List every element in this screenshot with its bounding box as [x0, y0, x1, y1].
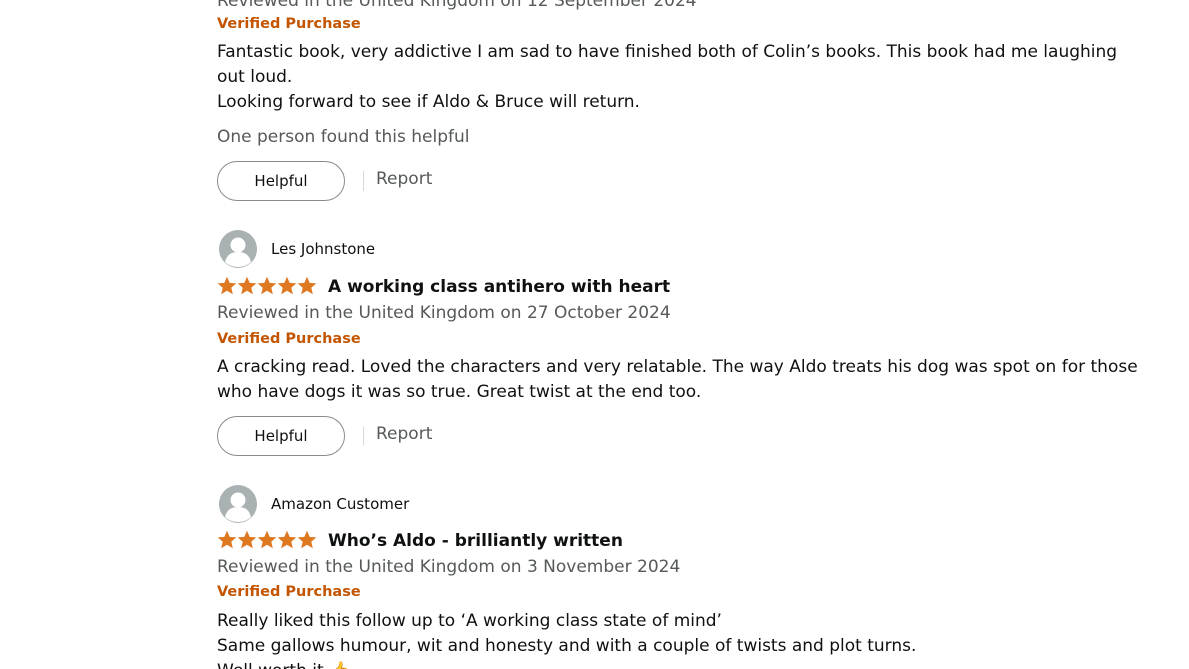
report-link[interactable]: Report	[376, 424, 432, 444]
action-divider	[363, 171, 364, 191]
review-body-line: who have dogs it was so true. Great twis…	[217, 382, 702, 402]
reviewer-profile[interactable]: Amazon Customer	[217, 485, 517, 525]
default-user-avatar-icon	[219, 485, 257, 523]
review-title[interactable]: A working class antihero with heart	[328, 276, 670, 298]
five-star-rating-icon[interactable]	[217, 276, 317, 296]
review-card: Amazon Customer Who’s Aldo - brilliantly…	[217, 485, 1077, 669]
review-body-line: Looking forward to see if Aldo & Bruce w…	[217, 92, 640, 112]
reviewer-name: Amazon Customer	[271, 495, 410, 513]
reviewer-profile[interactable]: Les Johnstone	[217, 230, 517, 270]
review-date: Reviewed in the United Kingdom on 27 Oct…	[217, 303, 671, 323]
verified-purchase-badge[interactable]: Verified Purchase	[217, 583, 361, 601]
reviewer-name: Les Johnstone	[271, 240, 376, 258]
helpful-button[interactable]: Helpful	[217, 161, 345, 201]
review-body: Really liked this follow up to ‘A workin…	[217, 609, 1077, 669]
review-body-line: Really liked this follow up to ‘A workin…	[217, 611, 722, 631]
review-body-line: A cracking read. Loved the characters an…	[217, 357, 1138, 377]
review-card: Reviewed in the United Kingdom on 12 Sep…	[217, 0, 1118, 210]
review-body-line: Same gallows humour, wit and honesty and…	[217, 636, 917, 656]
review-body-line: Fantastic book, very addictive I am sad …	[217, 42, 1118, 62]
review-body: Fantastic book, very addictive I am sad …	[217, 40, 1118, 115]
review-body-line: Well worth it 👍	[217, 659, 1077, 669]
review-body: A cracking read. Loved the characters an…	[217, 355, 1138, 405]
helpful-count-text: One person found this helpful	[217, 127, 470, 147]
review-title-row: Who’s Aldo - brilliantly written	[217, 530, 1077, 554]
verified-purchase-badge[interactable]: Verified Purchase	[217, 330, 361, 348]
action-divider	[363, 426, 364, 446]
review-date: Reviewed in the United Kingdom on 3 Nove…	[217, 557, 681, 577]
reviews-page: Reviewed in the United Kingdom on 12 Sep…	[0, 0, 1189, 669]
review-title-row: A working class antihero with heart	[217, 276, 1077, 300]
review-date: Reviewed in the United Kingdom on 12 Sep…	[217, 0, 697, 11]
five-star-rating-icon[interactable]	[217, 530, 317, 550]
review-title[interactable]: Who’s Aldo - brilliantly written	[328, 530, 623, 552]
review-body-line: out loud.	[217, 67, 293, 87]
verified-purchase-badge[interactable]: Verified Purchase	[217, 15, 361, 33]
default-user-avatar-icon	[219, 230, 257, 268]
review-card: Les Johnstone A working class antihero w…	[217, 230, 1138, 460]
helpful-button[interactable]: Helpful	[217, 416, 345, 456]
report-link[interactable]: Report	[376, 169, 432, 189]
